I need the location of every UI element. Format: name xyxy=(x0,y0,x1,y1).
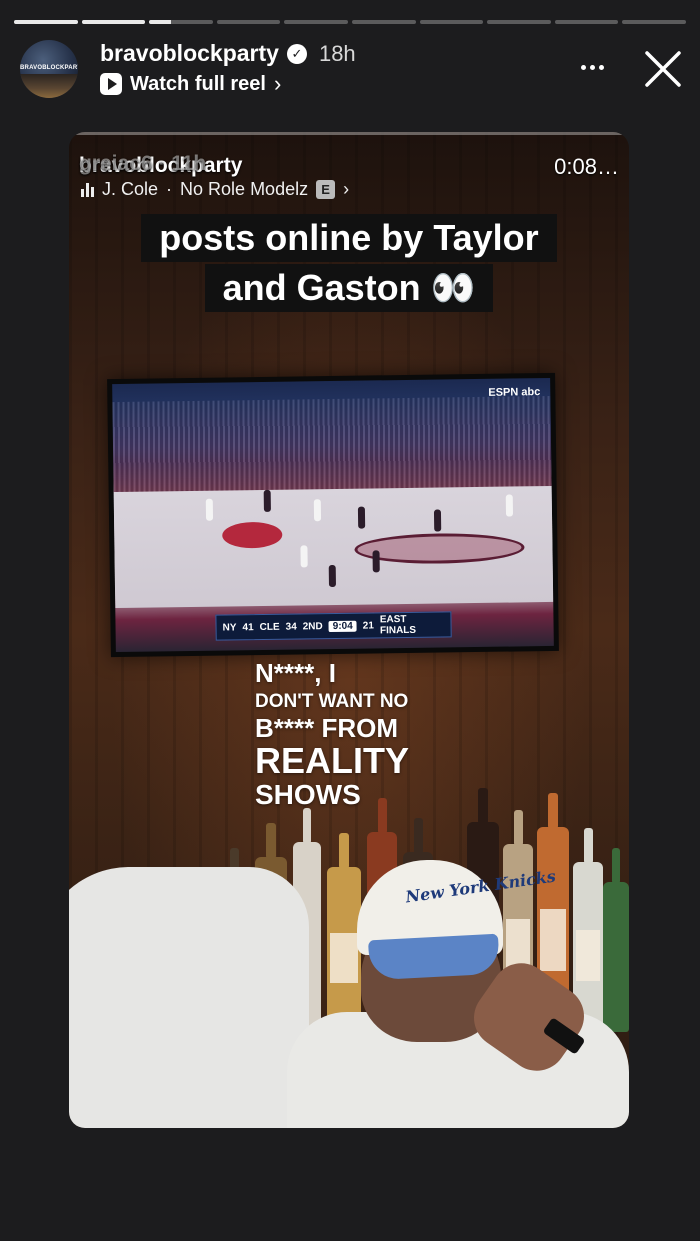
progress-segment xyxy=(487,20,551,24)
reel-preview-card[interactable]: greiac6 · 11h bravoblockparty 0:08… J. C… xyxy=(69,132,629,1128)
avatar-city xyxy=(20,74,78,98)
lyric-line-2: DON'T WANT NO xyxy=(255,691,409,712)
progress-segment xyxy=(216,20,281,24)
player xyxy=(313,499,322,522)
post-time: 18h xyxy=(318,40,356,66)
game-clock: 9:04 xyxy=(328,620,357,632)
series-label: EAST FINALS xyxy=(379,613,417,637)
explicit-badge: E xyxy=(316,180,336,199)
score1: 41 xyxy=(242,621,254,633)
progress-segment xyxy=(149,20,213,24)
username[interactable]: bravoblockparty xyxy=(100,40,279,67)
team1: NY xyxy=(222,621,237,634)
shot-clock: 21 xyxy=(362,619,374,632)
crowd xyxy=(112,395,552,495)
music-song: No Role Modelz xyxy=(180,179,309,199)
progress-segment xyxy=(81,20,146,24)
reel-duration-text: 0:08 xyxy=(554,154,597,179)
caption-line-1: posts online by Taylor xyxy=(141,214,557,262)
player xyxy=(300,545,308,568)
watch-full-reel-label: Watch full reel xyxy=(130,72,266,95)
score2: 34 xyxy=(285,621,297,633)
progress-segment xyxy=(351,20,416,24)
player xyxy=(505,494,514,517)
more-dots-icon: … xyxy=(597,154,619,179)
reel-username: greiac6 · 11h bravoblockparty xyxy=(79,152,242,178)
chevron-right-icon: › xyxy=(273,71,282,96)
chevron-right-icon: › xyxy=(343,179,350,199)
progress-segment-fill xyxy=(149,20,172,24)
person-left xyxy=(69,867,309,1128)
progress-segment-fill xyxy=(81,20,146,24)
original-username-ghost: greiac6 · 11h xyxy=(79,152,207,175)
player xyxy=(328,564,337,588)
basketball-broadcast: ESPN abc NY 41 CLE 34 2ND 9:04 21 EAST F… xyxy=(112,377,554,653)
caption-line-2: and Gaston 👀 xyxy=(204,264,494,312)
music-bars-icon xyxy=(81,182,94,197)
player xyxy=(433,509,442,532)
avatar[interactable]: BRAVOBLOCKPARTY xyxy=(20,40,78,98)
story-header: bravoblockparty ✓ 18h xyxy=(100,40,356,67)
music-separator: · xyxy=(166,179,173,199)
tv-screen: ESPN abc NY 41 CLE 34 2ND 9:04 21 EAST F… xyxy=(107,372,559,658)
progress-segment xyxy=(14,20,78,24)
dot-icon xyxy=(589,64,595,70)
player xyxy=(263,489,271,512)
scorebug: NY 41 CLE 34 2ND 9:04 21 EAST FINALS xyxy=(215,611,452,641)
story-progress xyxy=(14,20,686,24)
more-options-button[interactable] xyxy=(574,52,610,82)
player xyxy=(205,498,214,521)
progress-segment xyxy=(419,20,484,24)
caption-overlay: posts online by Taylor and Gaston 👀 xyxy=(69,214,629,312)
progress-segment xyxy=(622,20,686,24)
dot-icon xyxy=(580,64,586,70)
bottle xyxy=(327,833,361,1032)
close-icon[interactable] xyxy=(640,46,686,92)
reel-duration: 0:08… xyxy=(554,154,619,180)
player xyxy=(357,506,366,529)
progress-segment xyxy=(554,20,619,24)
music-artist: J. Cole xyxy=(102,179,159,199)
reel-play-icon xyxy=(100,73,122,95)
lyric-line-4: REALITY xyxy=(255,740,410,781)
player xyxy=(372,550,380,573)
dot-icon xyxy=(598,64,604,70)
quarter: 2ND xyxy=(302,620,323,632)
reel-progress-line xyxy=(69,132,629,135)
avatar-text: BRAVOBLOCKPARTY xyxy=(20,65,78,71)
lyric-line-3: B**** FROM xyxy=(255,713,399,743)
watch-full-reel-link[interactable]: Watch full reel › xyxy=(100,71,281,97)
lyric-line-1: N****, I xyxy=(255,658,336,688)
progress-segment xyxy=(284,20,348,24)
progress-segment-fill xyxy=(14,20,78,24)
team2: CLE xyxy=(259,621,280,633)
network-logo: ESPN abc xyxy=(488,386,541,399)
bottle xyxy=(603,848,629,1032)
verified-badge-icon: ✓ xyxy=(286,43,307,64)
music-attribution[interactable]: J. Cole · No Role Modelz E › xyxy=(81,179,349,200)
